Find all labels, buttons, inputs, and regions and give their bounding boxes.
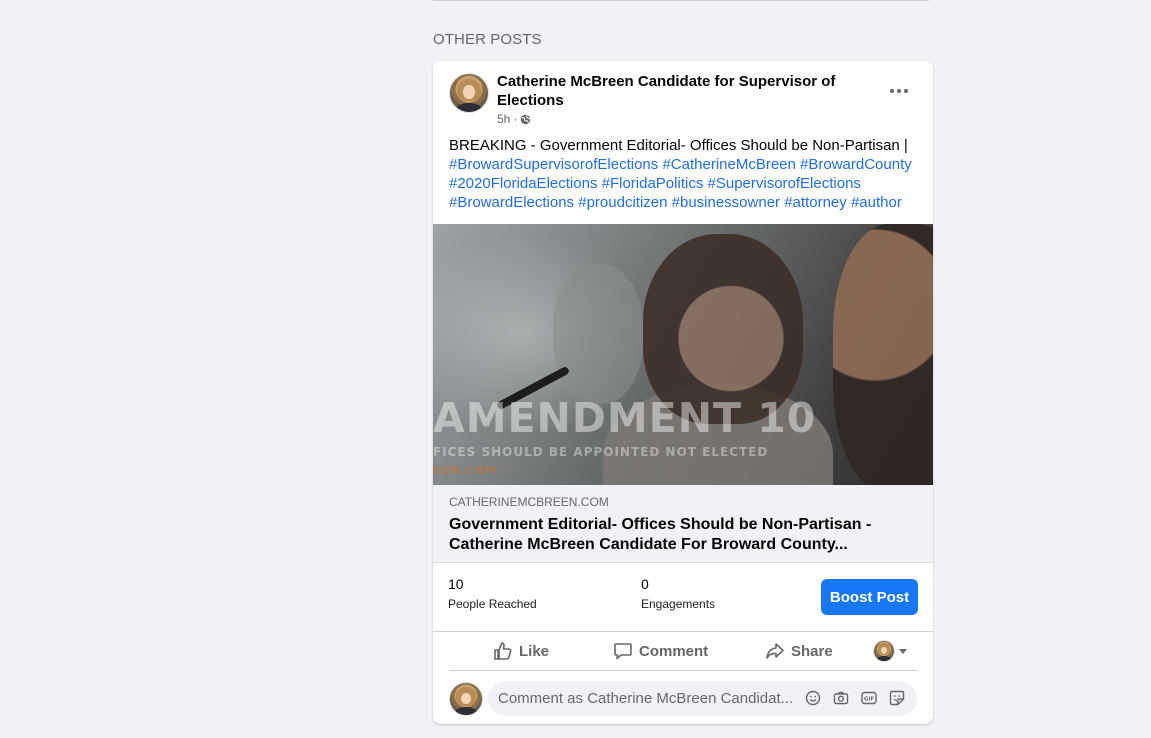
comment-box: GIF — [488, 681, 917, 716]
like-button[interactable]: Like — [493, 635, 549, 667]
link-preview-image[interactable]: AMENDMENT 10 FICES SHOULD BE APPOINTED N… — [433, 224, 933, 485]
engagements-value: 0 — [641, 576, 649, 592]
image-subline: FICES SHOULD BE APPOINTED NOT ELECTED — [433, 445, 769, 459]
hashtag[interactable]: #CatherineMcBreen — [662, 156, 795, 173]
author-avatar[interactable] — [449, 73, 489, 113]
emoji-icon[interactable] — [804, 689, 822, 707]
hashtag[interactable]: #businessowner — [672, 194, 780, 211]
top-divider — [433, 0, 929, 1]
actions-divider-top — [433, 631, 933, 632]
share-icon — [765, 641, 785, 661]
people-reached-label: People Reached — [448, 597, 537, 611]
globe-icon — [520, 114, 531, 125]
more-options-icon[interactable] — [879, 81, 919, 101]
link-domain: CATHERINEMCBREEN.COM — [449, 495, 609, 509]
gif-icon[interactable]: GIF — [860, 689, 878, 707]
hashtag[interactable]: #FloridaPolitics — [602, 175, 704, 192]
comment-icon — [613, 641, 633, 661]
actions-divider-bottom — [449, 670, 917, 671]
post-time[interactable]: 5h — [497, 112, 510, 126]
link-title: Government Editorial- Offices Should be … — [449, 516, 872, 553]
like-icon — [493, 641, 513, 661]
comment-tools: GIF — [804, 689, 906, 707]
selector-avatar — [873, 640, 895, 662]
hashtag[interactable]: #BrowardSupervisorofElections — [449, 156, 658, 173]
comment-input[interactable] — [498, 681, 793, 716]
camera-icon[interactable] — [832, 689, 850, 707]
meta-separator: · — [513, 112, 518, 126]
post-text-prefix: BREAKING - Government Editorial- Offices… — [449, 137, 908, 154]
section-heading: OTHER POSTS — [433, 31, 542, 48]
author-name[interactable]: Catherine McBreen Candidate for Supervis… — [497, 72, 837, 110]
post-text: BREAKING - Government Editorial- Offices… — [449, 136, 919, 212]
hashtag[interactable]: #author — [851, 194, 902, 211]
comment-button[interactable]: Comment — [613, 635, 708, 667]
post-as-selector[interactable] — [873, 640, 907, 662]
comment-label: Comment — [639, 642, 709, 660]
share-label: Share — [791, 642, 833, 660]
svg-text:GIF: GIF — [864, 697, 875, 703]
hashtag[interactable]: #attorney — [784, 194, 847, 211]
post-card: Catherine McBreen Candidate for Supervis… — [433, 61, 933, 724]
engagements-label: Engagements — [641, 597, 716, 611]
commenter-avatar[interactable] — [449, 682, 483, 716]
people-reached-value: 10 — [448, 576, 464, 592]
link-preview[interactable]: CATHERINEMCBREEN.COM Government Editoria… — [433, 485, 933, 563]
hashtag[interactable]: #BrowardCounty — [800, 156, 912, 173]
post-meta: 5h · — [497, 112, 531, 126]
hashtag[interactable]: #proudcitizen — [578, 194, 667, 211]
image-domain: EEN.COM — [433, 464, 497, 477]
hashtag[interactable]: #SupervisorofElections — [708, 175, 861, 192]
hashtag[interactable]: #2020FloridaElections — [449, 175, 597, 192]
sticker-icon[interactable] — [888, 689, 906, 707]
hashtag[interactable]: #BrowardElections — [449, 194, 574, 211]
chevron-down-icon — [899, 648, 907, 654]
like-label: Like — [519, 642, 550, 660]
image-headline: AMENDMENT 10 — [433, 394, 817, 442]
boost-post-button[interactable]: Boost Post — [821, 579, 918, 615]
share-button[interactable]: Share — [765, 635, 833, 667]
